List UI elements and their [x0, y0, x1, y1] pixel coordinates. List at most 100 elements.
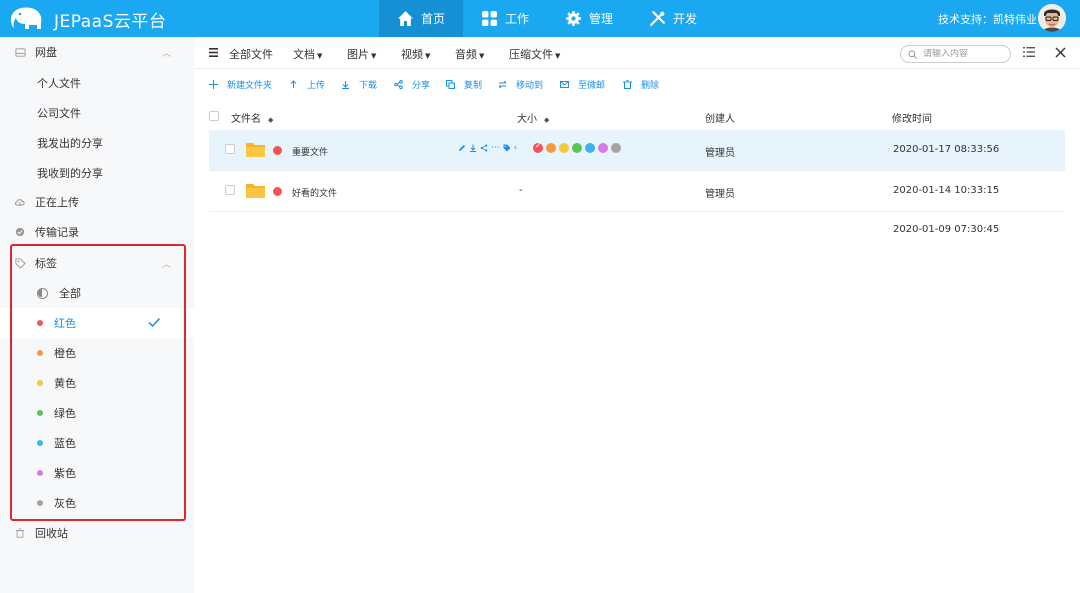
upload-icon — [290, 80, 297, 88]
tag-filter-green[interactable]: 绿色 — [0, 398, 194, 428]
edit-icon[interactable] — [458, 144, 466, 152]
tag-filter-purple[interactable]: 紫色 — [0, 458, 194, 488]
tag-color-red[interactable] — [533, 141, 543, 153]
folder-icon — [246, 184, 265, 198]
tag-label: 绿色 — [54, 407, 76, 420]
col-header-label: 大小 — [517, 114, 537, 125]
download-button[interactable]: 下载 — [341, 78, 377, 91]
tag-color-purple[interactable] — [598, 143, 608, 153]
file-name[interactable]: 重要文件 — [292, 145, 328, 158]
tag-label: 橙色 — [54, 347, 76, 360]
more-icon[interactable]: ··· — [491, 143, 500, 153]
filter-label: 文档 — [293, 48, 315, 61]
toggle-icon — [37, 287, 48, 299]
action-label: 新建文件夹 — [227, 81, 273, 91]
sidebar-item-received-shares[interactable]: 我收到的分享 — [0, 158, 194, 188]
col-header-name[interactable]: 文件名 ◆ — [231, 110, 273, 125]
sidebar-item-tags[interactable]: 标签 ︿ — [0, 248, 194, 278]
sidebar-item-personal[interactable]: 个人文件 — [0, 68, 194, 98]
nav-develop[interactable]: 开发 — [631, 0, 715, 37]
sidebar-item-company[interactable]: 公司文件 — [0, 98, 194, 128]
sidebar-item-recycle[interactable]: 回收站 — [0, 518, 194, 548]
tag-color-green[interactable] — [572, 143, 582, 153]
tag-color-blue[interactable] — [585, 143, 595, 153]
move-icon — [498, 80, 507, 89]
row-checkbox[interactable] — [225, 185, 235, 195]
row-checkbox[interactable] — [225, 144, 235, 154]
search-box[interactable] — [900, 45, 1011, 63]
user-avatar-icon — [1038, 4, 1066, 32]
filter-label: 视频 — [401, 48, 423, 61]
gray-dot-icon — [37, 500, 43, 506]
tag-icon[interactable] — [503, 144, 511, 152]
tag-filter-orange[interactable]: 橙色 — [0, 338, 194, 368]
send-mail-button[interactable]: 至微邮 — [560, 78, 605, 91]
cloud-upload-icon — [14, 196, 26, 208]
share-icon — [394, 80, 403, 89]
top-bar: JEPaaS云平台 首页 工作 管理 开发 技术支持：凯特伟业 — [0, 0, 1080, 37]
col-header-size[interactable]: 大小 ◆ — [517, 110, 549, 125]
filter-docs[interactable]: 文档 ▼ — [293, 46, 322, 62]
tag-label: 灰色 — [54, 497, 76, 510]
gear-icon — [566, 11, 581, 26]
tag-filter-yellow[interactable]: 黄色 — [0, 368, 194, 398]
filter-archives[interactable]: 压缩文件 ▼ — [509, 46, 560, 62]
tag-color-yellow[interactable] — [559, 143, 569, 153]
sidebar-item-transfer[interactable]: 传输记录 — [0, 217, 194, 247]
action-label: 移动到 — [516, 81, 544, 91]
yellow-dot-icon — [37, 380, 43, 386]
support-text[interactable]: 技术支持：凯特伟业 — [938, 11, 1037, 27]
chevron-up-icon[interactable]: ︿ — [162, 257, 171, 270]
row-action-icons: ··· ‹ — [458, 143, 517, 153]
filter-videos[interactable]: 视频 ▼ — [401, 46, 430, 62]
filter-audio[interactable]: 音频 ▼ — [455, 46, 484, 62]
modified-cell: 2020-01-14 10:33:15 — [893, 185, 1000, 196]
select-all-checkbox[interactable] — [209, 111, 219, 121]
sidebar: 网盘 ︿ 个人文件 公司文件 我发出的分享 我收到的分享 正在上传 传输记录 标… — [0, 37, 194, 593]
file-name[interactable]: 好看的文件 — [292, 186, 337, 199]
filter-images[interactable]: 图片 ▼ — [347, 46, 376, 62]
new-folder-button[interactable]: 新建文件夹 — [209, 78, 272, 91]
menu-icon[interactable] — [209, 48, 218, 57]
all-files-tab[interactable]: 全部文件 — [229, 46, 273, 62]
search-input[interactable] — [923, 49, 1003, 59]
sidebar-item-label: 公司文件 — [37, 107, 81, 120]
tag-label: 紫色 — [54, 467, 76, 480]
nav-home[interactable]: 首页 — [379, 0, 464, 37]
move-to-button[interactable]: 移动到 — [498, 78, 543, 91]
upload-button[interactable]: 上传 — [289, 78, 325, 91]
chevron-up-icon[interactable]: ︿ — [162, 46, 171, 59]
app-logo[interactable]: JEPaaS云平台 — [8, 4, 166, 34]
delete-button[interactable]: 删除 — [623, 78, 659, 91]
nav-manage[interactable]: 管理 — [547, 0, 631, 37]
caret-down-icon: ▼ — [371, 52, 377, 60]
tag-icon — [14, 257, 26, 269]
caret-down-icon: ▼ — [317, 52, 323, 60]
trash-icon — [623, 80, 632, 89]
avatar[interactable] — [1038, 4, 1066, 32]
chevron-left-icon[interactable]: ‹ — [514, 143, 518, 153]
table-row[interactable]: 好看的文件 - 管理员 2020-01-14 10:33:15 — [209, 171, 1065, 212]
sidebar-item-uploading[interactable]: 正在上传 — [0, 187, 194, 217]
tag-filter-red[interactable]: 红色 — [0, 308, 194, 338]
nav-work[interactable]: 工作 — [463, 0, 547, 37]
copy-button[interactable]: 复制 — [446, 78, 482, 91]
close-icon[interactable] — [1055, 47, 1066, 58]
tag-color-gray[interactable] — [611, 143, 621, 153]
sidebar-item-label: 我发出的分享 — [37, 137, 103, 150]
share-button[interactable]: 分享 — [394, 78, 430, 91]
share-icon[interactable] — [480, 144, 488, 152]
tag-filter-gray[interactable]: 灰色 — [0, 488, 194, 518]
sort-icon: ◆ — [544, 116, 550, 124]
tag-color-orange[interactable] — [546, 143, 556, 153]
tag-filter-all[interactable]: 全部 — [0, 278, 194, 308]
list-view-icon[interactable] — [1023, 46, 1035, 58]
tag-filter-blue[interactable]: 蓝色 — [0, 428, 194, 458]
caret-down-icon: ▼ — [425, 52, 431, 60]
nav-home-label: 首页 — [421, 12, 446, 26]
download-icon[interactable] — [469, 144, 477, 152]
table-row[interactable]: 重要文件 ··· ‹ 管理员 2020-01-17 08:33:56 — [209, 130, 1065, 171]
trash-icon — [14, 527, 26, 539]
sidebar-item-my-shares[interactable]: 我发出的分享 — [0, 128, 194, 158]
sidebar-item-netdisk[interactable]: 网盘 ︿ — [0, 37, 194, 67]
